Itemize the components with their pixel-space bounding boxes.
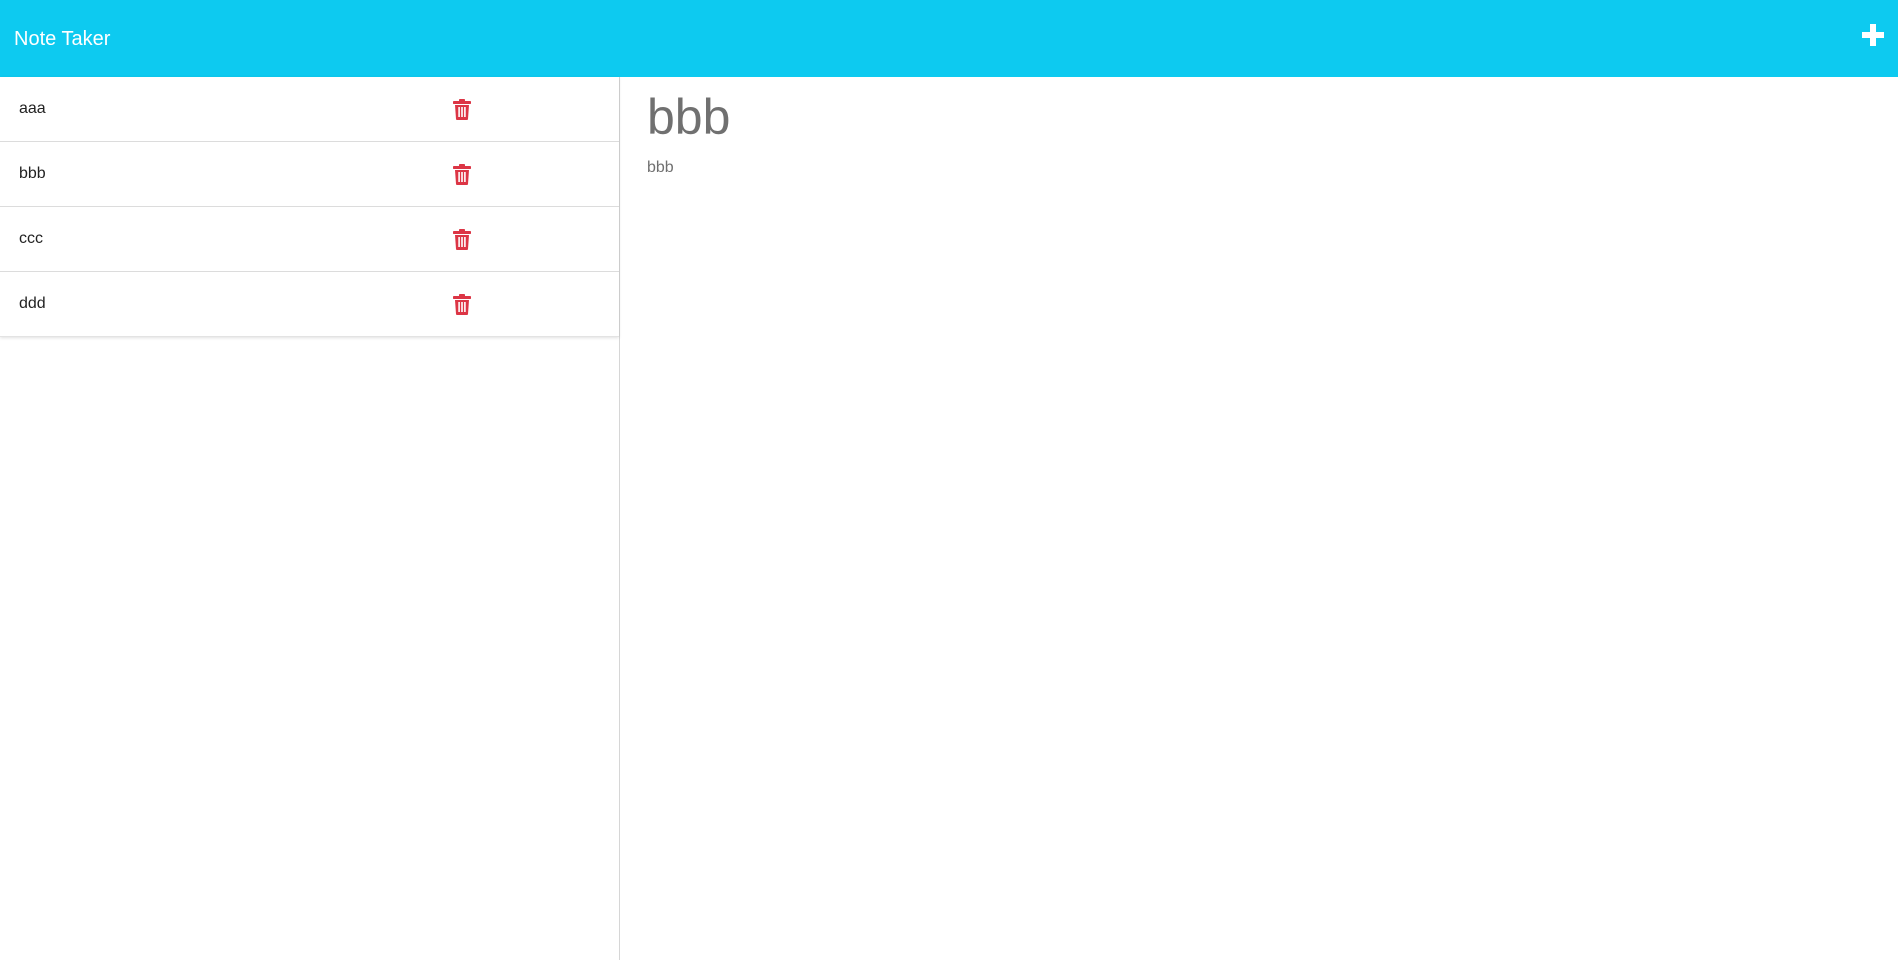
note-list: aaa bbb ccc ddd [0, 77, 619, 337]
note-editor: bbb bbb [620, 77, 1898, 960]
brand-title[interactable]: Note Taker [14, 26, 110, 52]
note-title-field[interactable]: bbb [647, 87, 730, 147]
note-title: aaa [19, 100, 46, 117]
trash-icon [453, 229, 471, 250]
delete-note-button[interactable] [453, 229, 471, 250]
navbar: Note Taker [0, 0, 1898, 77]
note-list-item[interactable]: bbb [0, 142, 619, 207]
delete-note-button[interactable] [453, 294, 471, 315]
note-list-item[interactable]: ddd [0, 272, 619, 337]
delete-note-button[interactable] [453, 99, 471, 120]
delete-note-button[interactable] [453, 164, 471, 185]
trash-icon [453, 99, 471, 120]
note-list-pane: aaa bbb ccc ddd [0, 77, 620, 960]
note-list-item[interactable]: ccc [0, 207, 619, 272]
note-title: ddd [19, 295, 46, 312]
note-title: bbb [19, 165, 46, 182]
note-title: ccc [19, 230, 43, 247]
trash-icon [453, 164, 471, 185]
new-note-button[interactable] [1860, 22, 1886, 48]
trash-icon [453, 294, 471, 315]
plus-icon [1862, 24, 1884, 46]
note-text-field[interactable]: bbb [647, 157, 674, 179]
note-list-item[interactable]: aaa [0, 77, 619, 142]
